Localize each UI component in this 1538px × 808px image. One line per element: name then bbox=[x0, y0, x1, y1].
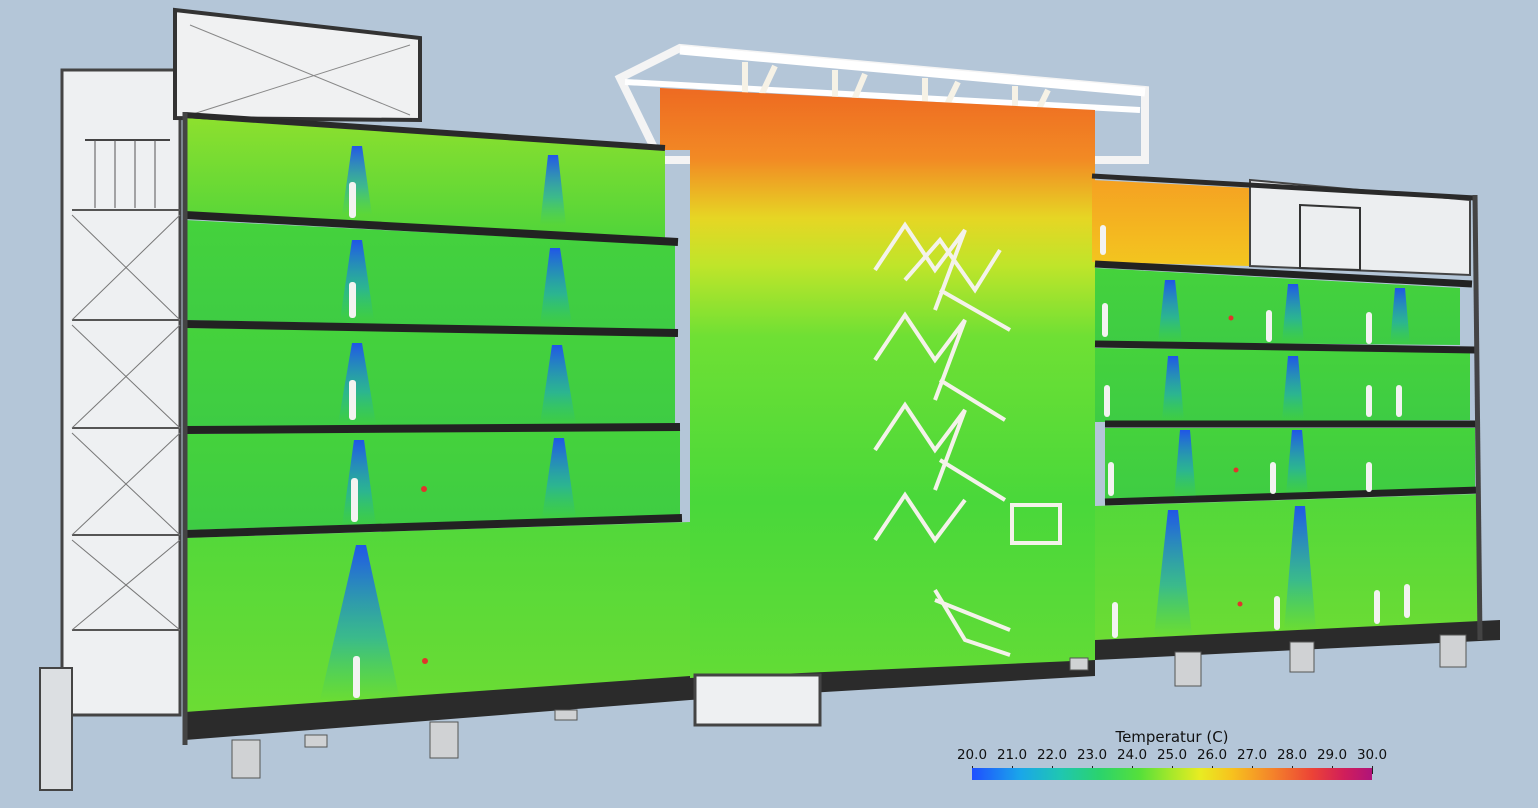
legend-tick-label: 23.0 bbox=[1076, 747, 1108, 763]
legend-tick-label: 29.0 bbox=[1316, 747, 1348, 763]
legend-tick-mark bbox=[1372, 766, 1373, 774]
legend-tick-label: 26.0 bbox=[1196, 747, 1228, 763]
legend-tick-label: 25.0 bbox=[1156, 747, 1188, 763]
legend-tick-label: 21.0 bbox=[996, 747, 1028, 763]
legend-tick-label: 24.0 bbox=[1116, 747, 1148, 763]
temperature-legend: Temperatur (C) 20.0 21.0 22.0 23.0 24.0 25.0 2… bbox=[952, 728, 1392, 788]
legend-title: Temperatur (C) bbox=[1115, 728, 1229, 746]
legend-tick-label: 22.0 bbox=[1036, 747, 1068, 763]
left-wing-floors bbox=[182, 112, 690, 745]
atrium-temperature-field bbox=[660, 88, 1095, 680]
legend-tick-label: 27.0 bbox=[1236, 747, 1268, 763]
legend-tick-label: 20.0 bbox=[956, 747, 988, 763]
building-section-scene bbox=[39, 7, 1500, 791]
legend-tick-label: 30.0 bbox=[1356, 747, 1388, 763]
legend-tick-label: 28.0 bbox=[1276, 747, 1308, 763]
legend-colorbar bbox=[972, 768, 1372, 780]
